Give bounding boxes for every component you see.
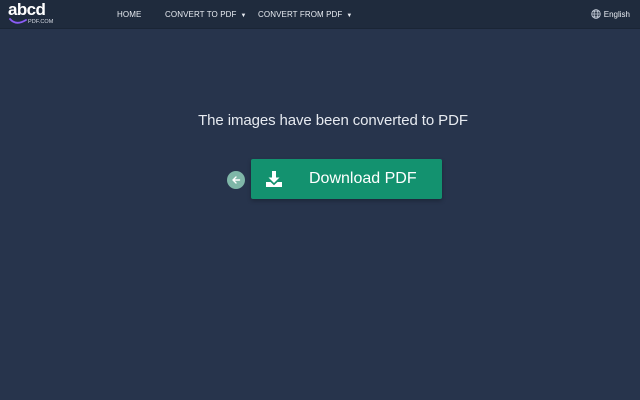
site-logo[interactable]: abcd PDF.COM (8, 0, 56, 27)
language-selector[interactable]: English (591, 0, 630, 29)
logo-subtext: PDF.COM (28, 19, 54, 25)
nav-item-convert-to-pdf[interactable]: CONVERT TO PDF ▼ (165, 0, 247, 29)
download-pdf-button[interactable]: Download PDF (251, 159, 442, 199)
nav-item-label: CONVERT FROM PDF (258, 10, 343, 19)
nav-item-label: CONVERT TO PDF (165, 10, 237, 19)
caret-down-icon: ▼ (240, 12, 247, 19)
arrow-left-icon (232, 176, 241, 184)
globe-icon (591, 9, 601, 19)
nav-item-label: HOME (117, 10, 142, 19)
nav-item-home[interactable]: HOME (117, 0, 141, 29)
download-pdf-label: Download PDF (309, 170, 417, 187)
conversion-success-message: The images have been converted to PDF (198, 112, 468, 129)
nav-item-convert-from-pdf[interactable]: CONVERT FROM PDF ▼ (258, 0, 352, 29)
back-button[interactable] (227, 171, 245, 189)
download-icon (266, 171, 282, 187)
logo-swoosh-icon (9, 18, 27, 24)
top-navbar: abcd PDF.COM HOME CONVERT TO PDF ▼ CONVER… (0, 0, 640, 29)
language-label: English (603, 10, 630, 19)
caret-down-icon: ▼ (346, 12, 353, 19)
